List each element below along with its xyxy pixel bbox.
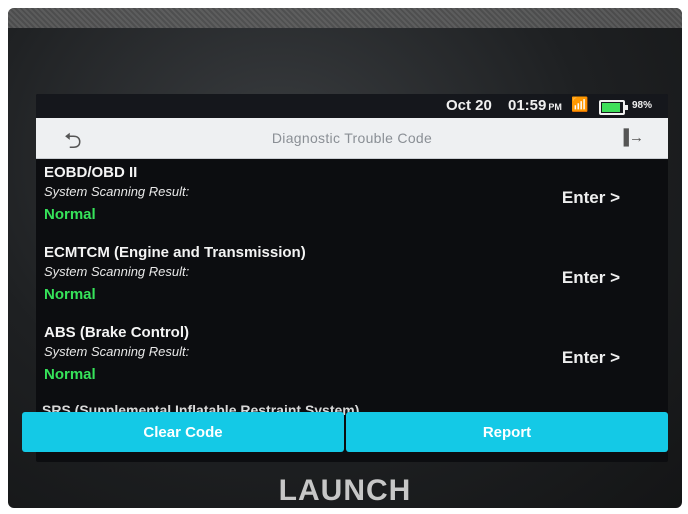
system-name: EOBD/OBD II	[44, 164, 138, 181]
scan-result-status: Normal	[44, 366, 96, 383]
wifi-icon: 📶	[571, 96, 589, 112]
scan-result-status: Normal	[44, 286, 96, 303]
status-time: 01:59 PM	[508, 97, 562, 114]
enter-button-ecmtcm[interactable]: Enter >	[562, 268, 620, 288]
system-name: ECMTCM (Engine and Transmission)	[44, 244, 306, 261]
action-bar: Clear Code Report	[22, 412, 668, 452]
brand-logo: LAUNCH	[278, 474, 412, 507]
system-item-abs: ABS (Brake Control) System Scanning Resu…	[36, 318, 668, 398]
page-title: Diagnostic Trouble Code	[271, 130, 433, 146]
system-name: ABS (Brake Control)	[44, 324, 190, 341]
scan-tool-device: Oct 20 01:59 PM 📶 98% ⮌ Diagnostic Troubl…	[8, 8, 682, 508]
title-bar: ⮌ Diagnostic Trouble Code ▐→	[36, 118, 668, 159]
battery-percent: 98%	[632, 100, 653, 111]
device-edge	[8, 8, 682, 28]
scan-result-status: Normal	[44, 206, 96, 223]
enter-button-eobd[interactable]: Enter >	[562, 188, 620, 208]
screen: Oct 20 01:59 PM 📶 98% ⮌ Diagnostic Troubl…	[36, 94, 668, 462]
enter-button-abs[interactable]: Enter >	[562, 348, 620, 368]
battery-icon	[599, 100, 628, 115]
status-time-value: 01:59	[508, 97, 547, 114]
status-date: Oct 20	[446, 97, 492, 114]
system-item-eobd: EOBD/OBD II System Scanning Result: Norm…	[36, 158, 668, 238]
status-bar: Oct 20 01:59 PM 📶 98%	[36, 94, 668, 118]
clear-code-button[interactable]: Clear Code	[22, 412, 344, 452]
scan-result-label: System Scanning Result:	[44, 264, 190, 279]
scan-result-label: System Scanning Result:	[44, 184, 190, 199]
scan-result-label: System Scanning Result:	[44, 344, 190, 359]
report-button[interactable]: Report	[346, 412, 668, 452]
system-item-ecmtcm: ECMTCM (Engine and Transmission) System …	[36, 238, 668, 318]
status-ampm: PM	[548, 102, 562, 112]
exit-icon[interactable]: ▐→	[618, 129, 644, 146]
battery-fill	[602, 103, 620, 112]
